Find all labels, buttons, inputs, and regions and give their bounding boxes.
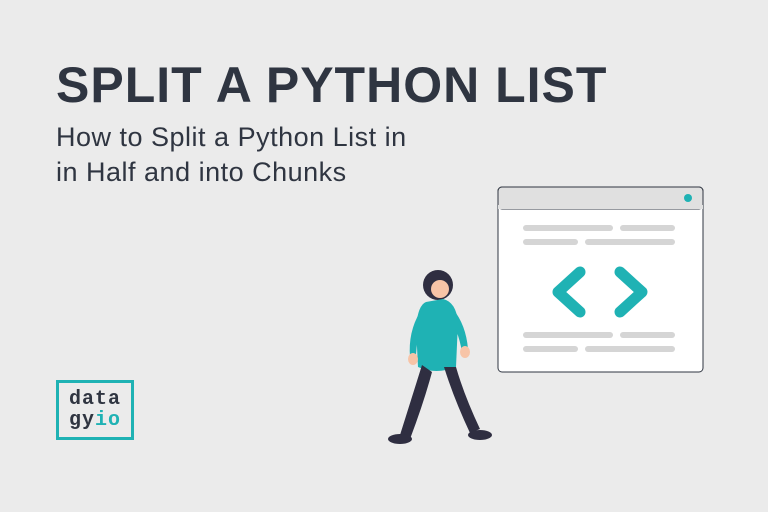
- page-title: SPLIT A PYTHON LIST: [56, 56, 607, 114]
- subtitle-line-2: in Half and into Chunks: [56, 157, 347, 187]
- logo-box: datagyio: [56, 380, 134, 440]
- person-walking-icon: [388, 270, 492, 444]
- subtitle-line-1: How to Split a Python List in: [56, 122, 407, 152]
- page-subtitle: How to Split a Python List in in Half an…: [56, 120, 407, 190]
- logo-text-io: io: [95, 409, 121, 432]
- brand-logo: datagyio: [56, 380, 134, 440]
- logo-text-data: data: [69, 388, 121, 411]
- hero-illustration: [358, 177, 718, 457]
- browser-window-icon: [498, 187, 703, 372]
- logo-text-gy: gy: [69, 409, 95, 432]
